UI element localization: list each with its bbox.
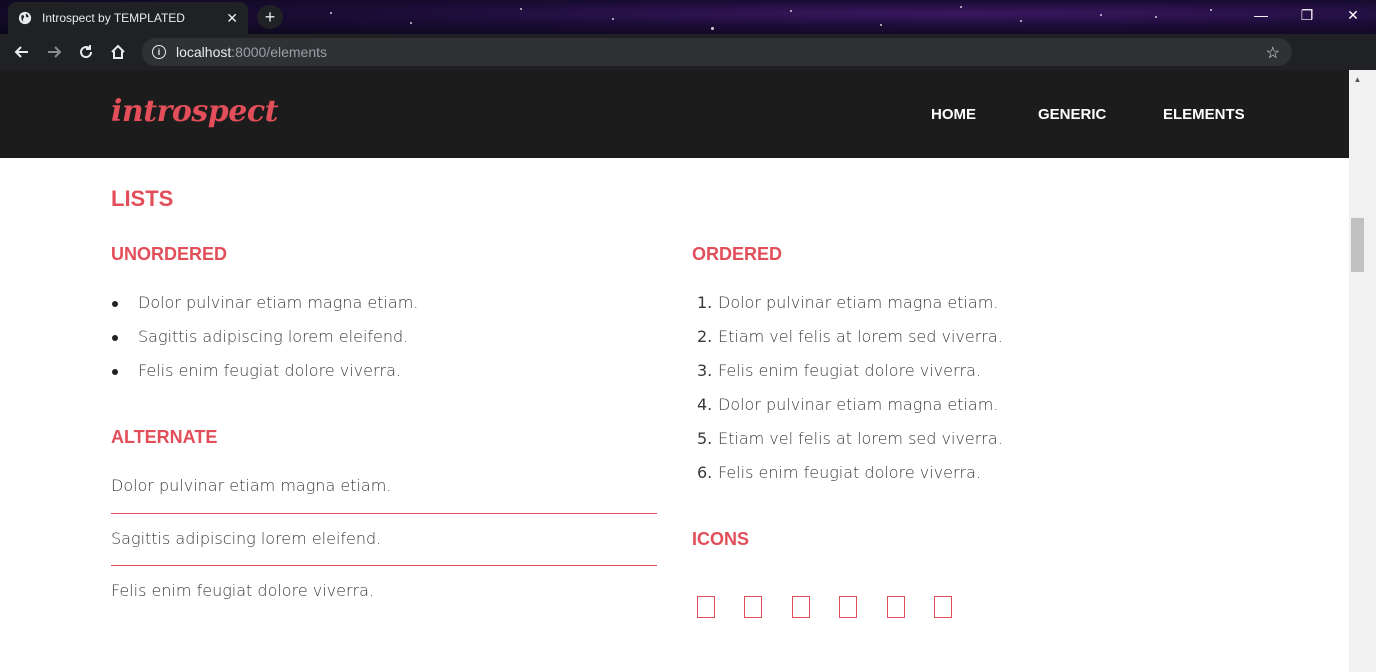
list-item: Etiam vel felis at lorem sed viverra. xyxy=(718,327,1003,346)
bullet-dot xyxy=(112,301,118,307)
address-bar[interactable]: i localhost:8000/elements ☆ xyxy=(142,38,1292,66)
missing-glyph-icon[interactable] xyxy=(934,596,952,618)
list-item: Sagittis adipiscing lorem eleifend. xyxy=(111,529,382,548)
list-item: Dolor pulvinar etiam magna etiam. xyxy=(718,293,999,312)
missing-glyph-icon[interactable] xyxy=(887,596,905,618)
browser-tab-strip: Introspect by TEMPLATED ✕ + — ❐ ✕ xyxy=(0,0,1376,34)
list-number: 4. xyxy=(697,395,713,414)
list-item: Dolor pulvinar etiam magna etiam. xyxy=(111,476,392,495)
alternate-heading: ALTERNATE xyxy=(111,427,218,447)
bookmark-star-icon[interactable]: ☆ xyxy=(1266,43,1280,63)
scroll-up-arrow-icon[interactable]: ▲ xyxy=(1349,72,1366,86)
browser-tab[interactable]: Introspect by TEMPLATED ✕ xyxy=(8,2,248,34)
unordered-heading: UNORDERED xyxy=(111,244,228,264)
missing-glyph-icon[interactable] xyxy=(697,596,715,618)
ordered-heading: ORDERED xyxy=(692,244,783,264)
window-controls: — ❐ ✕ xyxy=(1238,0,1376,30)
reload-icon[interactable] xyxy=(70,36,102,68)
browser-toolbar: i localhost:8000/elements ☆ ⋮ xyxy=(0,34,1376,96)
scrollbar-thumb[interactable] xyxy=(1351,218,1364,272)
list-number: 6. xyxy=(697,463,713,482)
restore-button[interactable]: ❐ xyxy=(1284,0,1330,30)
divider xyxy=(111,565,657,566)
missing-glyph-icon[interactable] xyxy=(744,596,762,618)
missing-glyph-icon[interactable] xyxy=(792,596,810,618)
missing-glyph-icon[interactable] xyxy=(839,596,857,618)
list-number: 3. xyxy=(697,361,713,380)
url-path: :8000/elements xyxy=(231,44,327,60)
tab-title: Introspect by TEMPLATED xyxy=(42,11,185,25)
info-icon[interactable]: i xyxy=(152,45,166,59)
close-window-button[interactable]: ✕ xyxy=(1330,0,1376,30)
bullet-dot xyxy=(112,335,118,341)
page-viewport: introspect HOME GENERIC ELEMENTS LISTS U… xyxy=(0,70,1376,672)
nav-elements[interactable]: ELEMENTS xyxy=(1163,106,1245,123)
vertical-scrollbar[interactable]: ▲ xyxy=(1349,70,1376,672)
list-item: Felis enim feugiat dolore viverra. xyxy=(718,361,982,380)
bullet-dot xyxy=(112,369,118,375)
list-item: Felis enim feugiat dolore viverra. xyxy=(138,361,402,380)
list-item: Felis enim feugiat dolore viverra. xyxy=(718,463,982,482)
section-title: LISTS xyxy=(111,186,174,211)
list-item: Dolor pulvinar etiam magna etiam. xyxy=(138,293,419,312)
divider xyxy=(111,513,657,514)
list-item: Etiam vel felis at lorem sed viverra. xyxy=(718,429,1003,448)
site-header: introspect HOME GENERIC ELEMENTS xyxy=(0,70,1349,158)
home-icon[interactable] xyxy=(102,36,134,68)
icons-heading: ICONS xyxy=(692,529,750,549)
list-item: Sagittis adipiscing lorem eleifend. xyxy=(138,327,409,346)
minimize-button[interactable]: — xyxy=(1238,0,1284,30)
list-item: Felis enim feugiat dolore viverra. xyxy=(111,581,375,600)
tab-close-icon[interactable]: ✕ xyxy=(226,10,238,27)
main-content: LISTS UNORDERED Dolor pulvinar etiam mag… xyxy=(0,158,1349,672)
nav-generic[interactable]: GENERIC xyxy=(1038,106,1106,123)
list-number: 1. xyxy=(697,293,713,312)
list-number: 2. xyxy=(697,327,713,346)
globe-icon xyxy=(18,11,32,25)
list-number: 5. xyxy=(697,429,713,448)
new-tab-button[interactable]: + xyxy=(257,5,283,29)
nav-home[interactable]: HOME xyxy=(931,106,976,123)
list-item: Dolor pulvinar etiam magna etiam. xyxy=(718,395,999,414)
site-logo[interactable]: introspect xyxy=(111,94,278,129)
url-host: localhost xyxy=(176,44,232,60)
forward-arrow-icon[interactable] xyxy=(38,36,70,68)
back-arrow-icon[interactable] xyxy=(6,36,38,68)
